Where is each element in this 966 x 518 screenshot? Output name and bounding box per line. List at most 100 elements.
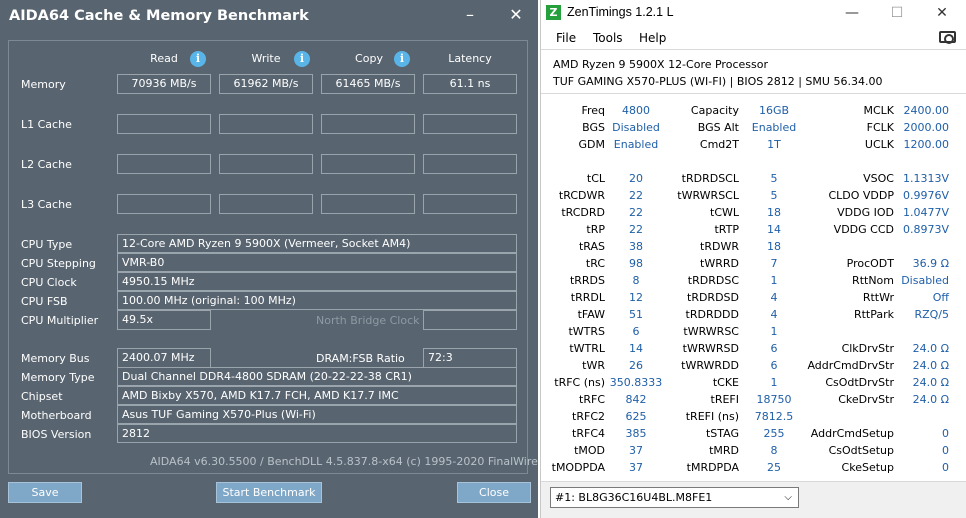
trtp-label: tRTP	[714, 223, 739, 236]
vsoc-label: VSOC	[863, 172, 894, 185]
l3-read-value	[117, 194, 211, 214]
dram-fsb-ratio-label: DRAM:FSB Ratio	[316, 352, 405, 365]
uclk-value: 1200.00	[903, 138, 950, 151]
trdrdsd-value: 4	[770, 291, 778, 304]
zentimings-title: ZenTimings 1.2.1 L	[567, 5, 674, 19]
memory-bus-value: 2400.07 MHz	[117, 348, 211, 368]
trefi-label: tREFI	[710, 393, 739, 406]
csodtdrvstr-value: 24.0 Ω	[912, 376, 949, 389]
tmrdpda-value: 25	[767, 461, 781, 474]
trrds-label: tRRDS	[569, 274, 605, 287]
aida64-title: AIDA64 Cache & Memory Benchmark	[9, 8, 309, 24]
zentimings-maximize-button[interactable]: ☐	[882, 2, 912, 24]
write-info-icon[interactable]: i	[294, 51, 310, 67]
menu-file[interactable]: File	[556, 31, 576, 45]
motherboard-label: Motherboard	[21, 409, 92, 422]
memory-row-label: Memory	[21, 78, 66, 91]
cpu-clock-label: CPU Clock	[21, 276, 77, 289]
ckesetup-label: CkeSetup	[841, 461, 894, 474]
twrwrsd-value: 6	[770, 342, 778, 355]
l3-latency-value	[423, 194, 517, 214]
gdm-label: GDM	[578, 138, 606, 151]
procodt-label: ProcODT	[846, 257, 894, 270]
trdrdsd-label: tRDRDSD	[687, 291, 739, 304]
cpu-multiplier-value: 49.5x	[117, 310, 211, 330]
trcdwr-label: tRCDWR	[558, 189, 605, 202]
tcwl-label: tCWL	[710, 206, 739, 219]
close-button[interactable]: Close	[457, 482, 531, 503]
l2-read-value	[117, 154, 211, 174]
cmd2t-value: 1T	[767, 138, 781, 151]
dram-fsb-ratio-value: 72:3	[423, 348, 517, 368]
trdrdsc-label: tRDRDSC	[687, 274, 739, 287]
l3-cache-row-label: L3 Cache	[21, 198, 72, 211]
twtrs-label: tWTRS	[568, 325, 605, 338]
cpu-stepping-value: VMR-B0	[117, 253, 517, 272]
copy-header: Copy	[355, 52, 383, 65]
mclk-value: 2400.00	[903, 104, 950, 117]
cldo-vddp-value: 0.9976V	[902, 189, 949, 202]
aida64-window: AIDA64 Cache & Memory Benchmark – ✕ Read…	[0, 0, 562, 518]
write-header: Write	[251, 52, 281, 65]
twtrl-value: 14	[629, 342, 643, 355]
capacity-label: Capacity	[690, 104, 739, 117]
screenshot-camera-icon[interactable]	[939, 31, 956, 44]
l1-copy-value	[321, 114, 415, 134]
zentimings-minimize-button[interactable]: —	[837, 2, 867, 24]
l1-write-value	[219, 114, 313, 134]
twrwrsc-value: 1	[770, 325, 778, 338]
fclk-label: FCLK	[866, 121, 894, 134]
vddg-ccd-label: VDDG CCD	[833, 223, 894, 236]
cpu-fsb-label: CPU FSB	[21, 295, 68, 308]
save-button[interactable]: Save	[8, 482, 82, 503]
tcl-label: tCL	[586, 172, 605, 185]
l2-copy-value	[321, 154, 415, 174]
dimm-selector-dropdown[interactable]: #1: BL8G36C16U4BL.M8FE1 ⌵	[550, 487, 799, 508]
trfc2-label: tRFC2	[572, 410, 605, 423]
vddg-ccd-value: 0.8973V	[902, 223, 949, 236]
trfc2-value: 625	[625, 410, 647, 423]
l1-cache-row-label: L1 Cache	[21, 118, 72, 131]
twrwrsd-label: tWRWRSD	[682, 342, 739, 355]
procodt-value: 36.9 Ω	[912, 257, 949, 270]
rttwr-label: RttWr	[862, 291, 894, 304]
trefi-ns-value: 7812.5	[754, 410, 794, 423]
bgs-alt-label: BGS Alt	[697, 121, 739, 134]
cpu-type-label: CPU Type	[21, 238, 73, 251]
tfaw-label: tFAW	[577, 308, 605, 321]
read-info-icon[interactable]: i	[190, 51, 206, 67]
twrwrdd-value: 6	[770, 359, 778, 372]
trefi-ns-label: tREFI (ns)	[685, 410, 739, 423]
latency-header: Latency	[448, 52, 492, 65]
start-benchmark-button[interactable]: Start Benchmark	[216, 482, 322, 503]
trrds-value: 8	[632, 274, 640, 287]
trcdwr-value: 22	[629, 189, 643, 202]
trdrdscl-value: 5	[770, 172, 778, 185]
menu-help[interactable]: Help	[639, 31, 666, 45]
twrwrscl-value: 5	[770, 189, 778, 202]
menu-tools[interactable]: Tools	[593, 31, 623, 45]
csodtsetup-label: CsOdtSetup	[828, 444, 894, 457]
aida64-titlebar[interactable]: AIDA64 Cache & Memory Benchmark – ✕	[0, 0, 538, 32]
trp-label: tRP	[586, 223, 605, 236]
copy-info-icon[interactable]: i	[394, 51, 410, 67]
twr-value: 26	[629, 359, 643, 372]
zentimings-close-button[interactable]: ✕	[927, 2, 957, 24]
trtp-value: 14	[767, 223, 781, 236]
clkdrvstr-label: ClkDrvStr	[841, 342, 894, 355]
tmrd-value: 8	[770, 444, 778, 457]
aida64-minimize-button[interactable]: –	[458, 4, 482, 26]
tfaw-value: 51	[629, 308, 643, 321]
tcke-value: 1	[770, 376, 778, 389]
l2-write-value	[219, 154, 313, 174]
header-divider	[541, 93, 966, 94]
memory-type-label: Memory Type	[21, 371, 95, 384]
tras-label: tRAS	[578, 240, 605, 253]
rttpark-value: RZQ/5	[914, 308, 949, 321]
aida64-close-button[interactable]: ✕	[504, 4, 528, 26]
addrcmdsetup-value: 0	[942, 427, 949, 440]
zentimings-menubar: File Tools Help	[541, 27, 966, 49]
trdwr-value: 18	[767, 240, 781, 253]
trdrdsc-value: 1	[770, 274, 778, 287]
ckedrvstr-label: CkeDrvStr	[838, 393, 894, 406]
